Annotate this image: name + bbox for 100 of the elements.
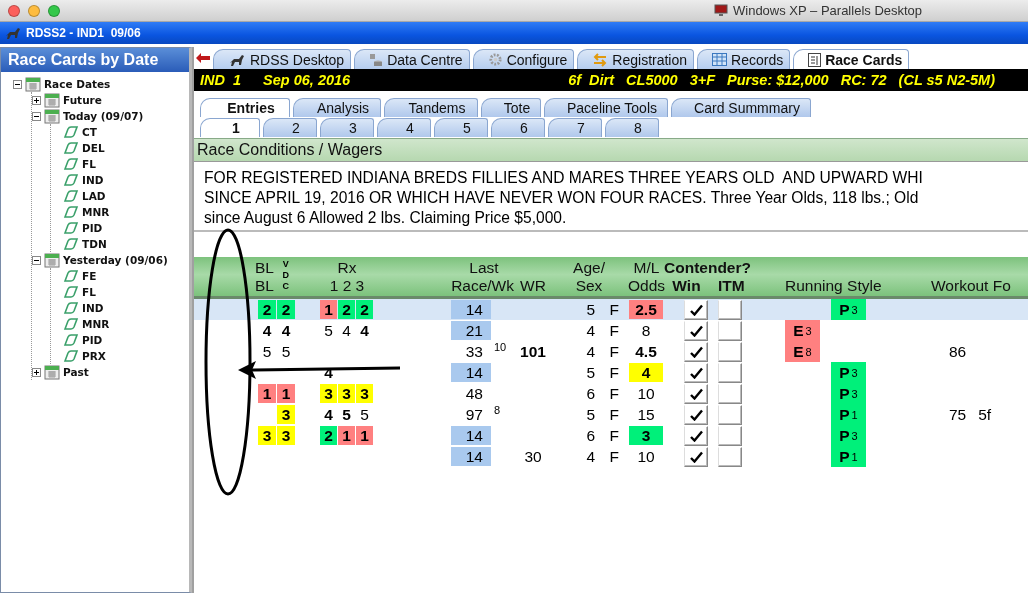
- race-tab[interactable]: 8: [605, 118, 659, 137]
- tab[interactable]: Tote: [481, 98, 541, 117]
- itm-checkbox[interactable]: [718, 362, 742, 383]
- calendar-icon: [44, 108, 60, 124]
- tab[interactable]: Records: [697, 49, 791, 69]
- tab[interactable]: Entries: [200, 98, 290, 117]
- close-button[interactable]: [8, 4, 20, 17]
- tree-item[interactable]: Yesterday (09/06): [63, 254, 168, 266]
- tree-item[interactable]: Race Dates: [44, 78, 111, 90]
- tag-icon: [63, 269, 79, 283]
- race-detail: 3+F: [689, 72, 716, 88]
- table-cell: 1: [258, 384, 276, 403]
- table-cell: 5f: [978, 405, 992, 424]
- table-cell: F: [609, 384, 619, 403]
- itm-checkbox[interactable]: [718, 320, 742, 341]
- table-cell: 4: [586, 321, 595, 340]
- race-tab[interactable]: 4: [377, 118, 431, 137]
- race-detail: CL5000: [626, 72, 678, 88]
- collapse-icon[interactable]: [32, 255, 41, 265]
- tree-item[interactable]: IND: [82, 302, 104, 314]
- table-cell: 2: [258, 300, 276, 319]
- itm-checkbox[interactable]: [718, 341, 742, 362]
- tree-item[interactable]: Past: [63, 366, 89, 378]
- race-date: Sep 06, 2016: [263, 72, 351, 88]
- itm-checkbox[interactable]: [718, 425, 742, 446]
- table-cell: 30: [524, 447, 542, 466]
- tree-item[interactable]: PID: [82, 334, 103, 346]
- tab[interactable]: Card Summmary: [671, 98, 811, 117]
- column-header: D: [282, 269, 289, 281]
- tree-item[interactable]: IND: [82, 174, 104, 186]
- tree-item[interactable]: Future: [63, 94, 102, 106]
- database-icon: [369, 52, 384, 67]
- column-header: Win: [672, 276, 701, 295]
- race-tab[interactable]: 1: [200, 118, 260, 137]
- tag-icon: [63, 141, 79, 155]
- tree-item[interactable]: MNR: [82, 318, 110, 330]
- race-tab[interactable]: 3: [320, 118, 374, 137]
- tree-item[interactable]: PRX: [82, 350, 106, 362]
- back-arrow-icon[interactable]: [196, 53, 210, 63]
- expand-icon[interactable]: [32, 367, 41, 377]
- column-header: Race/Wk: [451, 276, 514, 295]
- tree-item[interactable]: Today (09/07): [63, 110, 144, 122]
- tree-item[interactable]: DEL: [82, 142, 105, 154]
- tab[interactable]: Paceline Tools: [544, 98, 668, 117]
- tab[interactable]: RDSS Desktop: [213, 49, 352, 69]
- win-checkbox[interactable]: [684, 341, 708, 362]
- tab[interactable]: Tandems: [384, 98, 478, 117]
- table-icon: [712, 53, 728, 66]
- superscript: 8: [494, 404, 502, 416]
- win-checkbox[interactable]: [684, 299, 708, 320]
- calendar-icon: [44, 364, 60, 380]
- table-cell: 1: [338, 426, 355, 445]
- itm-checkbox[interactable]: [718, 299, 742, 320]
- tree-item[interactable]: MNR: [82, 206, 110, 218]
- gear-icon: [487, 52, 503, 67]
- table-cell: 2: [338, 300, 355, 319]
- win-checkbox[interactable]: [684, 320, 708, 341]
- column-header: WR: [520, 276, 546, 295]
- win-checkbox[interactable]: [684, 446, 708, 467]
- tree-item[interactable]: PID: [82, 222, 103, 234]
- table-cell: 14: [451, 300, 491, 319]
- tree-item[interactable]: LAD: [82, 190, 106, 202]
- tab[interactable]: Data Centre: [354, 49, 470, 69]
- win-checkbox[interactable]: [684, 404, 708, 425]
- race-tab[interactable]: 7: [548, 118, 602, 137]
- table-cell-text: 15: [636, 405, 656, 424]
- collapse-icon[interactable]: [32, 111, 41, 121]
- race-tab[interactable]: 2: [263, 118, 317, 137]
- win-checkbox[interactable]: [684, 362, 708, 383]
- itm-checkbox[interactable]: [718, 446, 742, 467]
- tree-item[interactable]: TDN: [82, 238, 107, 250]
- expand-icon[interactable]: [32, 95, 41, 105]
- table-cell: F: [609, 300, 619, 319]
- table-cell: 3: [258, 426, 276, 445]
- table-cell: F: [609, 426, 619, 445]
- race-detail: 6f Dirt: [568, 72, 615, 88]
- tab[interactable]: Race Cards: [793, 49, 910, 69]
- collapse-icon[interactable]: [13, 79, 22, 89]
- tree-item[interactable]: FE: [82, 270, 97, 282]
- check-icon: [689, 429, 703, 442]
- win-checkbox[interactable]: [684, 383, 708, 404]
- table-cell: F: [609, 363, 619, 382]
- table-cell-text: 4: [280, 321, 292, 340]
- table-cell: F: [609, 321, 619, 340]
- tree-item[interactable]: FL: [82, 158, 96, 170]
- itm-checkbox[interactable]: [718, 383, 742, 404]
- table-cell-text: 5: [280, 342, 292, 361]
- tab[interactable]: Analysis: [293, 98, 381, 117]
- itm-checkbox[interactable]: [718, 404, 742, 425]
- tree-item[interactable]: CT: [82, 126, 97, 138]
- table-cell: 3: [338, 384, 355, 403]
- race-tab[interactable]: 5: [434, 118, 488, 137]
- tree-item[interactable]: FL: [82, 286, 96, 298]
- race-tab[interactable]: 6: [491, 118, 545, 137]
- tag-icon: [63, 125, 79, 139]
- zoom-button[interactable]: [48, 4, 60, 17]
- column-header: Last: [469, 258, 499, 277]
- win-checkbox[interactable]: [684, 425, 708, 446]
- tab[interactable]: Configure: [472, 49, 575, 69]
- tab[interactable]: Registration: [577, 49, 695, 69]
